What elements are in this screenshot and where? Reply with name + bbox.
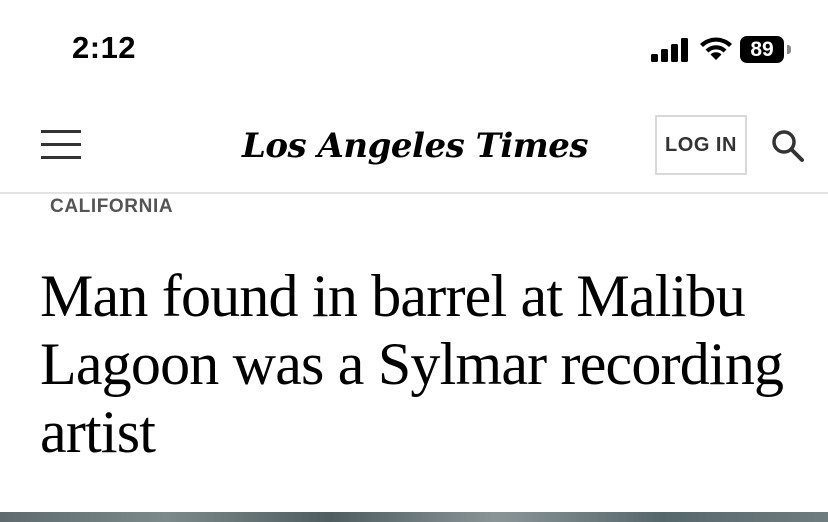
masthead-logo[interactable]: Los Angeles Times: [240, 122, 590, 170]
hero-image: [0, 512, 828, 522]
battery-indicator: 89: [740, 36, 792, 63]
status-bar: 2:12 89: [0, 0, 828, 100]
article-headline: Man found in barrel at Malibu Lagoon was…: [40, 263, 784, 465]
search-icon[interactable]: [770, 128, 806, 164]
battery-level: 89: [740, 36, 784, 63]
battery-cap: [787, 45, 791, 54]
status-time: 2:12: [72, 30, 137, 65]
wifi-icon: [700, 37, 732, 60]
screen: 2:12 89 Los Angeles Times LOG IN CALIFOR…: [0, 0, 828, 522]
cellular-signal-icon: [651, 38, 688, 62]
hamburger-menu-icon[interactable]: [41, 130, 81, 160]
site-header: Los Angeles Times LOG IN: [0, 100, 828, 194]
section-label[interactable]: CALIFORNIA: [50, 196, 173, 218]
login-button[interactable]: LOG IN: [655, 115, 747, 175]
